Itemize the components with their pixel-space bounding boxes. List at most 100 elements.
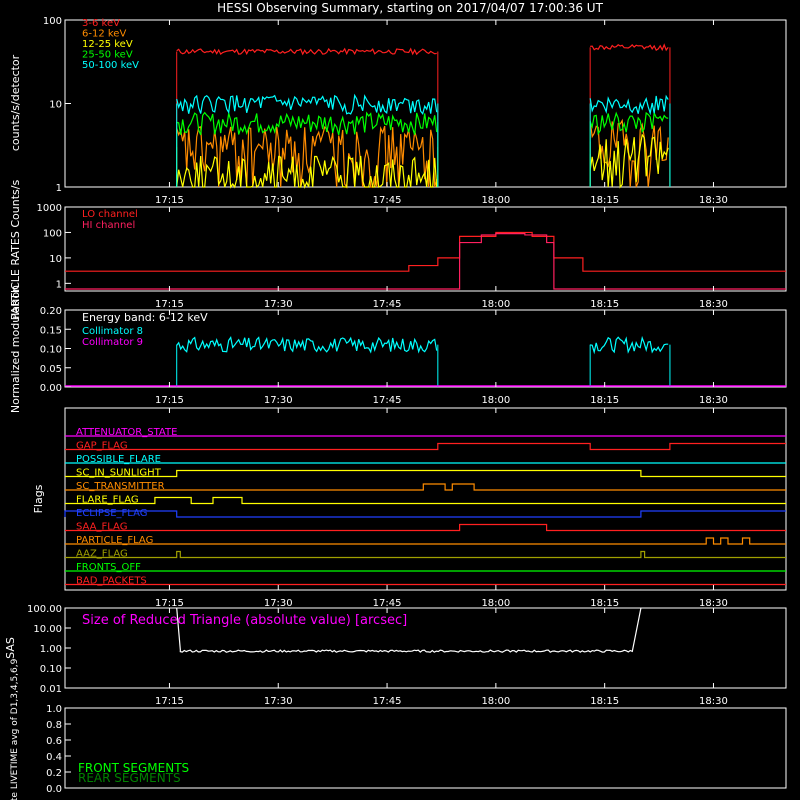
count-rates-panel: counts/s/detector 3-6 keV6-12 keV12-25 k… bbox=[9, 16, 787, 206]
x-tick-label: 17:15 bbox=[155, 299, 184, 310]
sas-panel: SAS Size of Reduced Triangle (absolute v… bbox=[4, 604, 787, 707]
livetime-panel: Mon. Rate LIVETIME avg of D1,3,4,5,6,9 F… bbox=[10, 658, 787, 800]
x-tick-label: 17:30 bbox=[264, 395, 293, 406]
legend-entry: REAR SEGMENTS bbox=[78, 771, 181, 785]
count-rates-frame bbox=[64, 19, 787, 188]
x-tick-label: 17:30 bbox=[264, 195, 293, 206]
particle-rates-x-ticks: 17:15 17:30 17:45 18:00 18:15 18:30 bbox=[155, 207, 728, 310]
legend-entry: LO channel bbox=[82, 209, 138, 220]
series-line bbox=[590, 335, 669, 355]
x-tick-label: 17:30 bbox=[264, 598, 293, 609]
y-tick-label: 0.8 bbox=[46, 720, 62, 731]
x-tick-label: 18:00 bbox=[481, 598, 510, 609]
particle-rates-frame bbox=[64, 206, 787, 292]
sas-annotation: Size of Reduced Triangle (absolute value… bbox=[82, 613, 407, 628]
y-tick-label: 0.01 bbox=[40, 684, 62, 695]
count-rates-ylabel: counts/s/detector bbox=[9, 54, 22, 151]
series-line bbox=[589, 110, 669, 136]
series-line bbox=[589, 94, 669, 116]
livetime-y-ticks: 0.0 0.2 0.4 0.6 0.8 1.0 bbox=[46, 704, 71, 795]
count-rates-y-ticks: 1 10 100 bbox=[43, 16, 71, 194]
y-tick-label: 0.4 bbox=[46, 752, 62, 763]
y-tick-label: 0.00 bbox=[40, 383, 62, 394]
x-tick-label: 18:00 bbox=[481, 395, 510, 406]
y-tick-label: 0.15 bbox=[40, 325, 62, 336]
x-tick-label: 17:15 bbox=[155, 195, 184, 206]
modulation-legend: Collimator 8Collimator 9 bbox=[82, 326, 143, 348]
flags-data: ATTENUATOR_STATEGAP_FLAGPOSSIBLE_FLARESC… bbox=[64, 427, 786, 587]
y-tick-label: 0.0 bbox=[46, 784, 62, 795]
x-tick-label: 17:30 bbox=[264, 696, 293, 707]
x-tick-label: 17:45 bbox=[373, 395, 402, 406]
energy-band-annotation: Energy band: 6-12 keV bbox=[82, 311, 208, 324]
legend-entry: Collimator 9 bbox=[82, 337, 143, 348]
legend-entry: 25-50 keV bbox=[82, 50, 133, 61]
modulation-y-ticks: 0.00 0.05 0.10 0.15 0.20 bbox=[40, 306, 71, 394]
modulation-data bbox=[65, 335, 786, 387]
x-tick-label: 18:15 bbox=[590, 696, 619, 707]
y-tick-label: 1000 bbox=[37, 203, 62, 214]
x-tick-label: 18:15 bbox=[590, 195, 619, 206]
x-tick-label: 18:30 bbox=[699, 395, 728, 406]
series-line bbox=[176, 111, 438, 136]
legend-entry: 50-100 keV bbox=[82, 60, 139, 71]
x-tick-label: 18:15 bbox=[590, 598, 619, 609]
series-line bbox=[176, 93, 438, 116]
flag-trace bbox=[64, 510, 786, 518]
y-tick-label: 0.20 bbox=[40, 306, 62, 317]
series-line bbox=[65, 231, 786, 272]
particle-rates-y-ticks: 1 10 100 1000 bbox=[37, 203, 71, 290]
y-tick-label: 10.00 bbox=[33, 624, 62, 635]
x-tick-label: 18:00 bbox=[481, 696, 510, 707]
flag-trace bbox=[65, 537, 786, 545]
x-tick-label: 18:30 bbox=[699, 696, 728, 707]
legend-entry: 12-25 keV bbox=[82, 39, 133, 50]
flags-panel: Flags ATTENUATOR_STATEGAP_FLAGPOSSIBLE_F… bbox=[32, 407, 787, 609]
y-tick-label: 1 bbox=[56, 183, 62, 194]
y-tick-label: 1.00 bbox=[40, 644, 62, 655]
x-tick-label: 17:45 bbox=[373, 195, 402, 206]
series-line bbox=[590, 43, 669, 52]
x-tick-label: 17:45 bbox=[373, 598, 402, 609]
figure-title: HESSI Observing Summary, starting on 201… bbox=[217, 1, 603, 15]
flag-trace bbox=[65, 550, 786, 559]
x-tick-label: 17:15 bbox=[155, 696, 184, 707]
flag-trace bbox=[65, 469, 786, 478]
sas-y-ticks: 0.01 0.10 1.00 10.00 100.00 bbox=[27, 604, 71, 695]
y-tick-label: 0.10 bbox=[40, 664, 62, 675]
y-tick-label: 10 bbox=[49, 254, 62, 265]
particle-rates-data bbox=[65, 231, 786, 290]
x-tick-label: 17:30 bbox=[264, 299, 293, 310]
x-tick-label: 18:15 bbox=[590, 299, 619, 310]
series-line bbox=[176, 335, 438, 354]
x-tick-label: 17:45 bbox=[373, 696, 402, 707]
y-tick-label: 0.2 bbox=[46, 768, 62, 779]
y-tick-label: 0.6 bbox=[46, 736, 62, 747]
flags-ylabel: Flags bbox=[32, 484, 45, 513]
y-tick-label: 0.05 bbox=[40, 364, 62, 375]
x-tick-label: 18:30 bbox=[699, 598, 728, 609]
y-tick-label: 0.10 bbox=[40, 345, 62, 356]
x-tick-label: 18:00 bbox=[481, 195, 510, 206]
x-tick-label: 17:15 bbox=[155, 598, 184, 609]
y-tick-label: 100 bbox=[43, 228, 62, 239]
series-line bbox=[176, 125, 438, 189]
flag-trace bbox=[65, 523, 786, 532]
livetime-legend: FRONT SEGMENTSREAR SEGMENTS bbox=[78, 761, 189, 785]
x-tick-label: 18:30 bbox=[699, 195, 728, 206]
series-line bbox=[65, 233, 786, 290]
legend-entry: 3-6 keV bbox=[82, 18, 120, 29]
x-tick-label: 18:00 bbox=[481, 299, 510, 310]
legend-entry: HI channel bbox=[82, 220, 135, 231]
y-tick-label: 100.00 bbox=[27, 604, 62, 615]
flag-trace bbox=[65, 483, 786, 491]
x-tick-label: 18:15 bbox=[590, 395, 619, 406]
flag-trace bbox=[65, 442, 786, 451]
y-tick-label: 10 bbox=[49, 100, 62, 111]
modulation-ylabel: Normalized modulation bbox=[9, 285, 22, 413]
legend-entry: Collimator 8 bbox=[82, 326, 143, 337]
x-tick-label: 17:15 bbox=[155, 395, 184, 406]
particle-rates-legend: LO channelHI channel bbox=[82, 209, 138, 231]
count-rates-legend: 3-6 keV6-12 keV12-25 keV25-50 keV50-100 … bbox=[82, 18, 139, 71]
livetime-ylabel: Mon. Rate LIVETIME avg of D1,3,4,5,6,9 bbox=[10, 658, 20, 800]
